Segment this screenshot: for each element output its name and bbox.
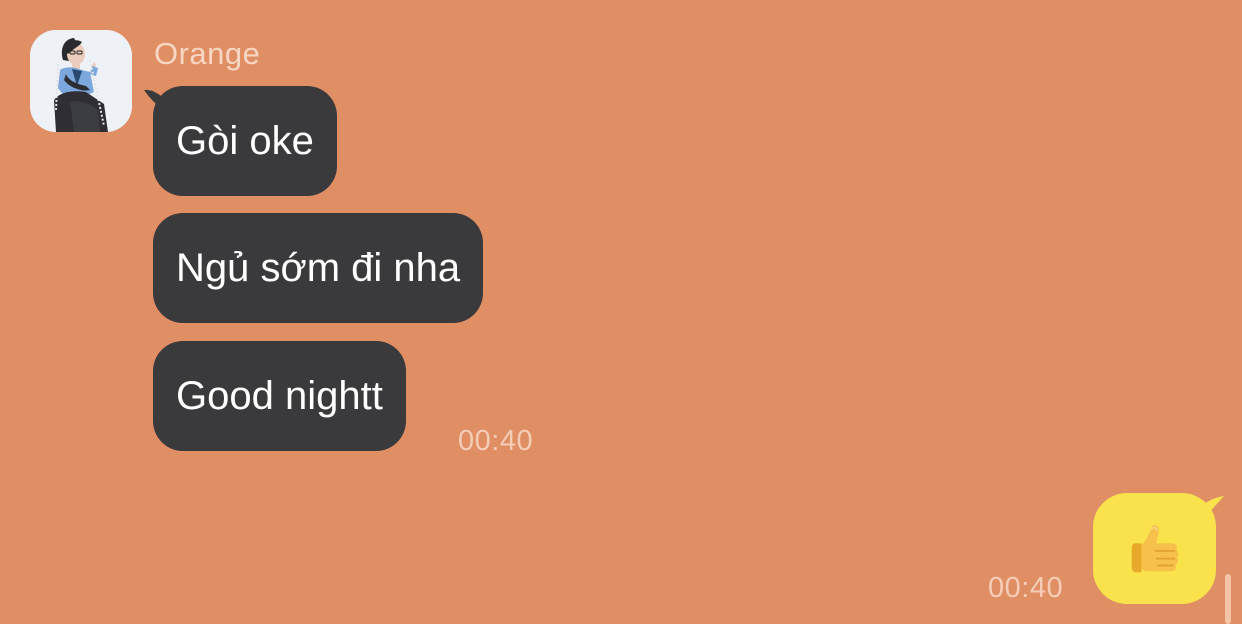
incoming-message-bubble[interactable]: Good nightt xyxy=(153,341,406,451)
avatar-photo xyxy=(30,30,132,132)
scrollbar[interactable] xyxy=(1225,574,1231,624)
sender-name: Orange xyxy=(154,36,261,71)
thumbs-up-icon xyxy=(1131,524,1178,572)
incoming-message-bubble[interactable]: Gòi oke xyxy=(153,86,337,196)
outgoing-message-time: 00:40 xyxy=(988,572,1064,604)
sender-avatar[interactable] xyxy=(30,30,132,132)
outgoing-message-bubble[interactable] xyxy=(1093,493,1216,604)
chat-thread[interactable]: Orange Gòi oke Ngủ sớm đi nha Good night… xyxy=(0,0,1242,624)
incoming-message-bubble[interactable]: Ngủ sớm đi nha xyxy=(153,213,484,323)
incoming-message-time: 00:40 xyxy=(458,425,534,457)
